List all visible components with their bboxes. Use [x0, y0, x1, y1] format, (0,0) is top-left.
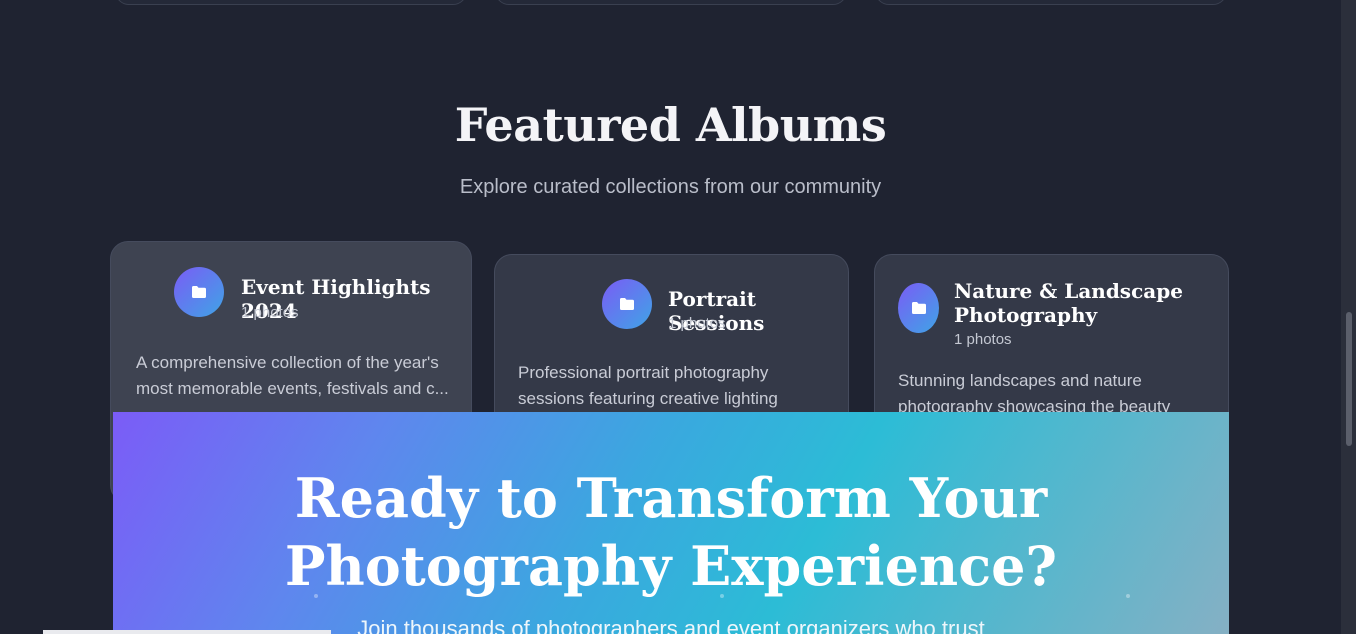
bottom-strip: [43, 630, 331, 634]
previous-card-partial: [115, 0, 467, 5]
cta-title: Ready to Transform Your Photography Expe…: [284, 466, 1058, 598]
album-description: Professional portrait photography sessio…: [518, 363, 778, 408]
featured-albums-heading: Featured Albums: [454, 98, 887, 152]
folder-icon: [174, 267, 224, 317]
folder-icon: [898, 283, 939, 333]
album-description: A comprehensive collection of the year's…: [136, 353, 449, 398]
album-photo-count: 1 photos: [241, 304, 299, 321]
scrollbar-thumb[interactable]: [1346, 312, 1352, 446]
page: Featured Albums Explore curated collecti…: [0, 0, 1356, 634]
album-title: Nature & Landscape Photography: [954, 279, 1183, 327]
page-scrollbar[interactable]: [1341, 0, 1356, 634]
album-photo-count: 1 photos: [668, 315, 726, 332]
album-photo-count: 1 photos: [954, 331, 1012, 348]
folder-icon: [602, 279, 652, 329]
featured-albums-subtitle: Explore curated collections from our com…: [459, 176, 882, 198]
previous-card-partial: [495, 0, 847, 5]
previous-card-partial: [875, 0, 1227, 5]
cta-banner: Ready to Transform Your Photography Expe…: [113, 412, 1229, 634]
